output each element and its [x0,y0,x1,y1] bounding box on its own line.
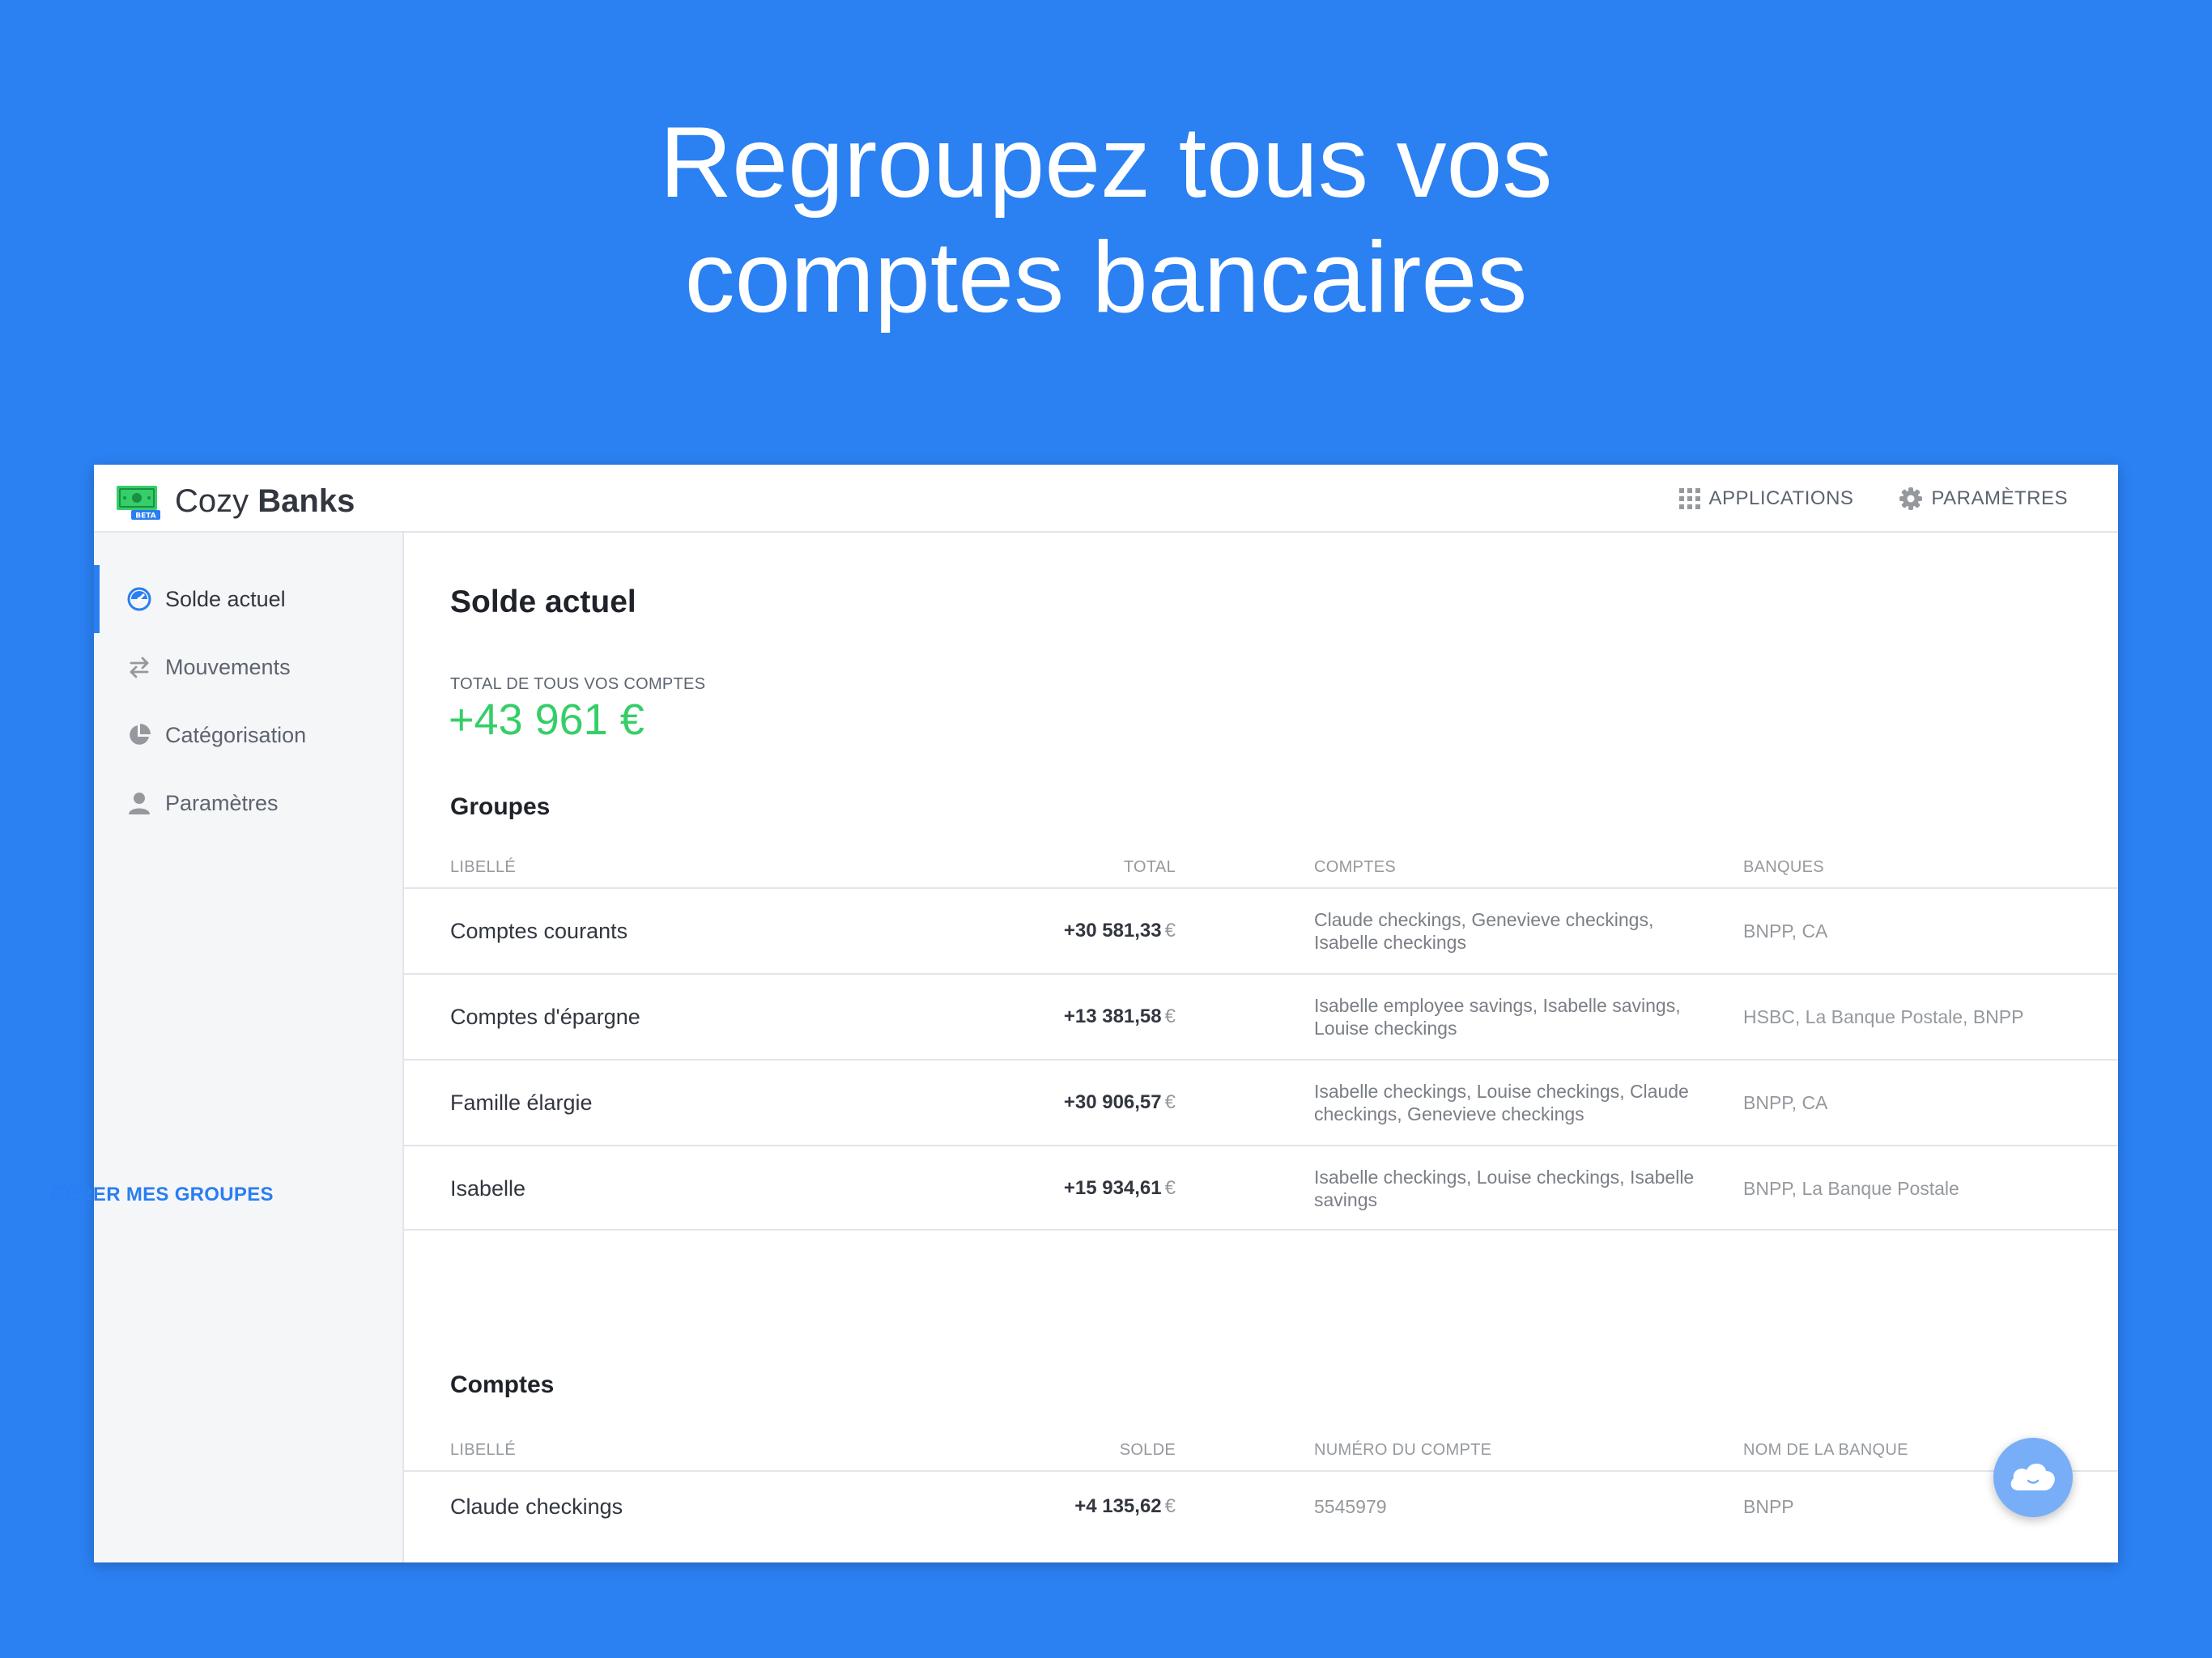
user-icon [126,790,152,816]
group-total: +30 906,57 € [1064,1061,1176,1145]
total-label: TOTAL DE TOUS VOS COMPTES [450,675,706,693]
table-row[interactable]: Comptes courants +30 581,33 € Claude chec… [404,887,2118,973]
main-content: Solde actuel TOTAL DE TOUS VOS COMPTES +… [404,533,2118,1562]
group-name: Famille élargie [450,1090,593,1115]
group-name: Isabelle [450,1175,526,1201]
accounts-header-label: LIBELLÉ [450,1441,517,1459]
applications-label: APPLICATIONS [1708,487,1854,509]
manage-groups-link[interactable]: GÉRER MES GROUPES [50,1184,274,1206]
group-name: Comptes courants [450,918,628,943]
app-title-bold: Banks [257,483,355,519]
hero-heading: Regroupez tous vos comptes bancaires [0,105,2212,335]
sidebar: Solde actuel Mouvements Catégorisation P… [94,533,404,1562]
group-total: +13 381,58 € [1064,975,1176,1059]
app-title: Cozy Banks [175,483,355,520]
table-row[interactable]: Isabelle +15 934,61 € Isabelle checkings,… [404,1145,2118,1231]
sidebar-item-categorisation[interactable]: Catégorisation [94,701,402,769]
group-accounts: Claude checkings, Genevieve checkings, I… [1314,909,1654,953]
gauge-icon [126,586,152,612]
account-bank: BNPP [1743,1495,1794,1517]
table-row[interactable]: Famille élargie +30 906,57 € Isabelle che… [404,1059,2118,1145]
gear-icon [1899,487,1923,511]
apps-grid-icon [1679,488,1701,509]
accounts-heading: Comptes [450,1371,555,1398]
group-banks: BNPP, CA [1743,920,1828,942]
account-balance: +4 135,62 € [1074,1472,1176,1541]
group-total-value: +30 906,57 [1063,1091,1162,1113]
group-total: +15 934,61 € [1064,1146,1176,1231]
group-accounts: Isabelle employee savings, Isabelle savi… [1314,995,1681,1039]
sidebar-item-mouvements[interactable]: Mouvements [94,633,402,701]
hero-line-2: comptes bancaires [684,222,1528,334]
app-brand[interactable]: BETA Cozy Banks [115,481,355,521]
currency-symbol: € [1164,1005,1176,1027]
groups-header-banks: BANQUES [1743,858,1824,876]
sidebar-item-label: Catégorisation [165,722,307,747]
total-balance: +43 961 € [449,695,644,744]
account-name: Claude checkings [450,1494,623,1519]
applications-button[interactable]: APPLICATIONS [1679,487,1853,510]
currency-symbol: € [1164,920,1176,942]
currency-symbol: € [1164,1495,1176,1517]
group-banks: HSBC, La Banque Postale, BNPP [1743,1005,2024,1027]
sidebar-item-label: Paramètres [165,790,279,815]
app-window: BETA Cozy Banks APPLICATIONS PARAMÈTRES … [94,465,2118,1562]
accounts-header-balance: SOLDE [1119,1441,1176,1459]
account-balance-value: +4 135,62 [1074,1495,1162,1517]
groups-header-accounts: COMPTES [1314,858,1396,876]
top-nav: APPLICATIONS PARAMÈTRES [1634,465,2068,533]
cloud-icon [2007,1458,2059,1498]
beta-badge: BETA [135,512,155,521]
cozy-assistant-button[interactable] [1993,1438,2073,1517]
groups-header-label: LIBELLÉ [450,858,517,876]
sidebar-item-label: Solde actuel [165,586,286,611]
accounts-header-bank: NOM DE LA BANQUE [1743,1441,1908,1459]
banknote-icon: BETA [115,483,160,521]
sidebar-item-parametres[interactable]: Paramètres [94,769,402,837]
page-title: Solde actuel [450,585,636,619]
accounts-header-number: NUMÉRO DU COMPTE [1314,1441,1492,1459]
group-accounts: Isabelle checkings, Louise checkings, Is… [1314,1167,1695,1210]
group-total-value: +15 934,61 [1063,1177,1162,1199]
settings-label: PARAMÈTRES [1931,487,2068,509]
table-row[interactable]: Claude checkings +4 135,62 € 5545979 BNPP [404,1470,2118,1541]
pie-chart-icon [126,722,152,748]
account-number: 5545979 [1314,1495,1387,1517]
table-row[interactable]: Comptes d'épargne +13 381,58 € Isabelle e… [404,973,2118,1059]
group-accounts: Isabelle checkings, Louise checkings, Cl… [1314,1081,1689,1124]
groups-header-total: TOTAL [1123,858,1176,876]
group-name: Comptes d'épargne [450,1004,640,1029]
group-banks: BNPP, CA [1743,1091,1828,1113]
group-total: +30 581,33 € [1064,889,1176,973]
groups-heading: Groupes [450,793,551,820]
hero-line-1: Regroupez tous vos [659,107,1553,219]
group-total-value: +30 581,33 [1063,920,1162,942]
settings-button[interactable]: PARAMÈTRES [1899,487,2068,511]
sidebar-item-solde-actuel[interactable]: Solde actuel [94,565,402,633]
top-bar: BETA Cozy Banks APPLICATIONS PARAMÈTRES [94,465,2118,533]
group-total-value: +13 381,58 [1063,1005,1162,1027]
sidebar-item-label: Mouvements [165,654,291,679]
currency-symbol: € [1164,1177,1176,1199]
currency-symbol: € [1164,1091,1176,1113]
group-banks: BNPP, La Banque Postale [1743,1177,1959,1199]
app-title-light: Cozy [175,483,249,519]
transfer-arrows-icon [126,654,152,680]
